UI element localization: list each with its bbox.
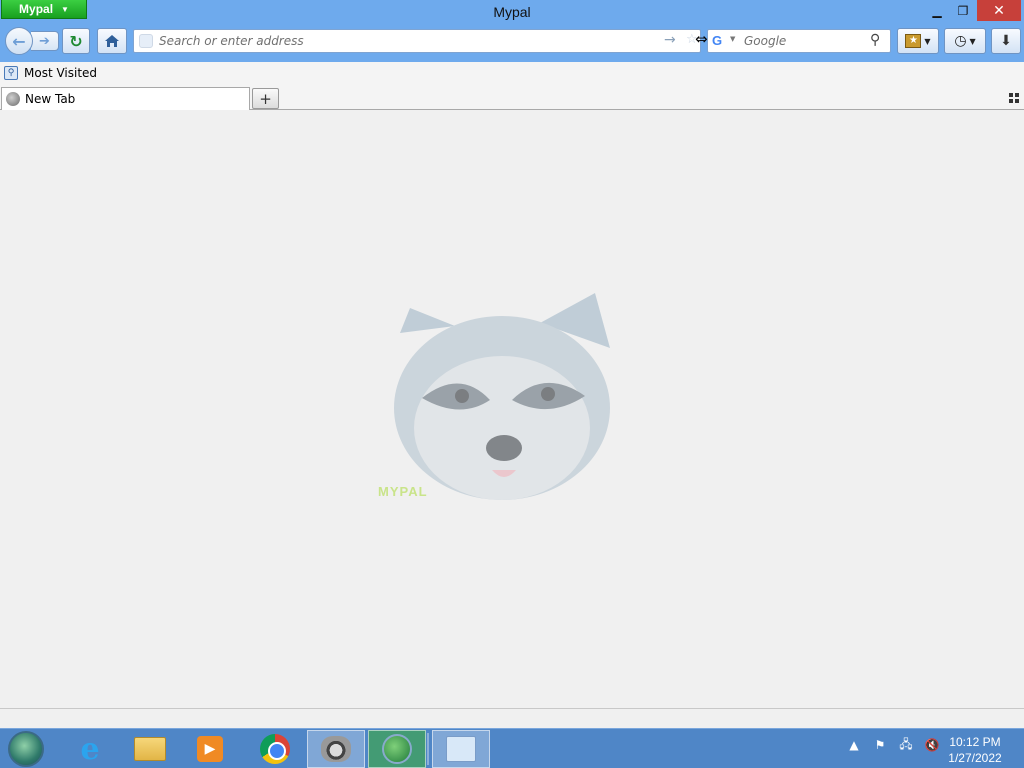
taskbar-separator bbox=[427, 733, 429, 765]
status-area bbox=[0, 708, 1024, 728]
url-bar[interactable]: → ☆ bbox=[133, 29, 701, 53]
taskbar: e ▶ ▲ ⚑ 🖧 🔇 10:12 PM 1/27/2022 bbox=[0, 728, 1024, 768]
google-icon[interactable]: G bbox=[712, 33, 722, 48]
restore-icon: ❐ bbox=[957, 3, 969, 18]
new-tab-button[interactable]: + bbox=[252, 88, 279, 109]
search-bar[interactable]: G ▼ ⚲ bbox=[707, 29, 891, 53]
history-dropdown-icon: ▼ bbox=[969, 36, 976, 46]
window-title: Mypal bbox=[493, 4, 531, 20]
bookmarks-menu-button[interactable]: ★ ▼ bbox=[897, 28, 939, 54]
resize-cursor-icon: ⇔ bbox=[695, 30, 708, 48]
most-visited-icon: ⚲ bbox=[4, 66, 18, 80]
close-icon: ✕ bbox=[993, 2, 1005, 19]
action-center-flag-icon[interactable]: ⚑ bbox=[872, 737, 888, 753]
title-bar: Mypal ▼ Mypal ▁ ❐ ✕ bbox=[0, 0, 1024, 24]
back-arrow-icon: ← bbox=[12, 31, 26, 51]
home-icon bbox=[105, 35, 119, 47]
go-arrow-icon[interactable]: → bbox=[664, 32, 676, 48]
downloads-button[interactable]: ⬇ bbox=[991, 28, 1021, 54]
raccoon-logo bbox=[394, 293, 610, 500]
bookmarks-star-icon: ★ bbox=[905, 34, 922, 48]
back-forward-group: ➔ ← bbox=[5, 27, 59, 55]
reload-button[interactable]: ↻ bbox=[62, 28, 90, 54]
search-icon[interactable]: ⚲ bbox=[870, 32, 880, 48]
raccoon-icon bbox=[321, 736, 351, 762]
page-content: MYPAL bbox=[0, 110, 1024, 710]
reload-icon: ↻ bbox=[69, 31, 83, 51]
history-button[interactable]: ◷ ▼ bbox=[944, 28, 986, 54]
taskbar-control-panel[interactable] bbox=[432, 730, 490, 768]
folder-icon bbox=[134, 737, 166, 761]
control-panel-icon bbox=[446, 736, 476, 762]
taskbar-idm[interactable] bbox=[368, 730, 426, 768]
grid-icon bbox=[1009, 93, 1013, 97]
taskbar-mypal[interactable] bbox=[307, 730, 365, 768]
taskbar-ie[interactable]: e bbox=[61, 730, 119, 768]
start-button[interactable] bbox=[8, 731, 44, 767]
bookmark-most-visited[interactable]: ⚲ Most Visited bbox=[4, 66, 97, 80]
site-identity-icon[interactable] bbox=[139, 34, 153, 48]
idm-icon bbox=[382, 734, 412, 764]
globe-icon bbox=[6, 92, 20, 106]
search-input[interactable] bbox=[744, 33, 864, 49]
show-hidden-icons-icon[interactable]: ▲ bbox=[846, 737, 862, 753]
tab-label: New Tab bbox=[25, 92, 76, 106]
back-button[interactable]: ← bbox=[5, 27, 33, 55]
url-input[interactable] bbox=[159, 33, 659, 49]
taskbar-file-explorer[interactable] bbox=[121, 730, 179, 768]
minimize-icon: ▁ bbox=[932, 3, 942, 18]
system-tray: ▲ ⚑ 🖧 🔇 bbox=[846, 737, 940, 753]
forward-arrow-icon: ➔ bbox=[39, 33, 50, 49]
tab-groups-button[interactable] bbox=[1009, 93, 1019, 103]
navigation-toolbar: ➔ ← ↻ → ☆ G ▼ ⚲ ★ ▼ ◷ ▼ ⬇ bbox=[0, 24, 1024, 62]
ie-icon: e bbox=[80, 731, 100, 767]
bookmark-label: Most Visited bbox=[24, 66, 98, 80]
tab-new-tab[interactable]: New Tab bbox=[1, 87, 250, 110]
bookmarks-dropdown-icon: ▼ bbox=[924, 36, 931, 46]
volume-muted-icon[interactable]: 🔇 bbox=[924, 737, 940, 753]
forward-button[interactable]: ➔ bbox=[31, 31, 59, 51]
engine-dropdown-icon[interactable]: ▼ bbox=[730, 35, 735, 43]
plus-icon: + bbox=[259, 89, 272, 108]
clock-time: 10:12 PM bbox=[949, 735, 1001, 749]
clock-icon: ◷ bbox=[954, 33, 967, 49]
logo-wordmark: MYPAL bbox=[378, 484, 428, 499]
taskbar-clock[interactable]: 10:12 PM 1/27/2022 bbox=[940, 734, 1010, 766]
home-button[interactable] bbox=[97, 28, 127, 54]
clock-date: 1/27/2022 bbox=[948, 751, 1002, 765]
media-icon: ▶ bbox=[197, 736, 223, 762]
tab-strip: New Tab + bbox=[0, 86, 1024, 110]
network-icon[interactable]: 🖧 bbox=[898, 737, 914, 753]
taskbar-media-player[interactable]: ▶ bbox=[181, 730, 239, 768]
taskbar-chrome[interactable] bbox=[246, 730, 304, 768]
bookmarks-toolbar: ⚲ Most Visited bbox=[0, 62, 1024, 86]
download-arrow-icon: ⬇ bbox=[1000, 33, 1012, 49]
close-button[interactable]: ✕ bbox=[977, 0, 1021, 21]
restore-button[interactable]: ❐ bbox=[950, 0, 976, 21]
chrome-icon bbox=[260, 734, 290, 764]
minimize-button[interactable]: ▁ bbox=[924, 0, 950, 21]
